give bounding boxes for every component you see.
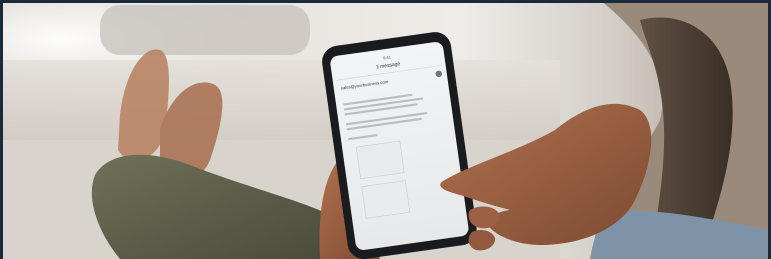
photo-frame: 9:41 1 message sales@yourbusiness.com [0, 0, 771, 259]
frame-border [0, 0, 3, 259]
frame-border [0, 0, 771, 3]
image-placeholder [361, 180, 411, 219]
photo: 9:41 1 message sales@yourbusiness.com [0, 0, 771, 259]
image-placeholder [355, 140, 405, 180]
